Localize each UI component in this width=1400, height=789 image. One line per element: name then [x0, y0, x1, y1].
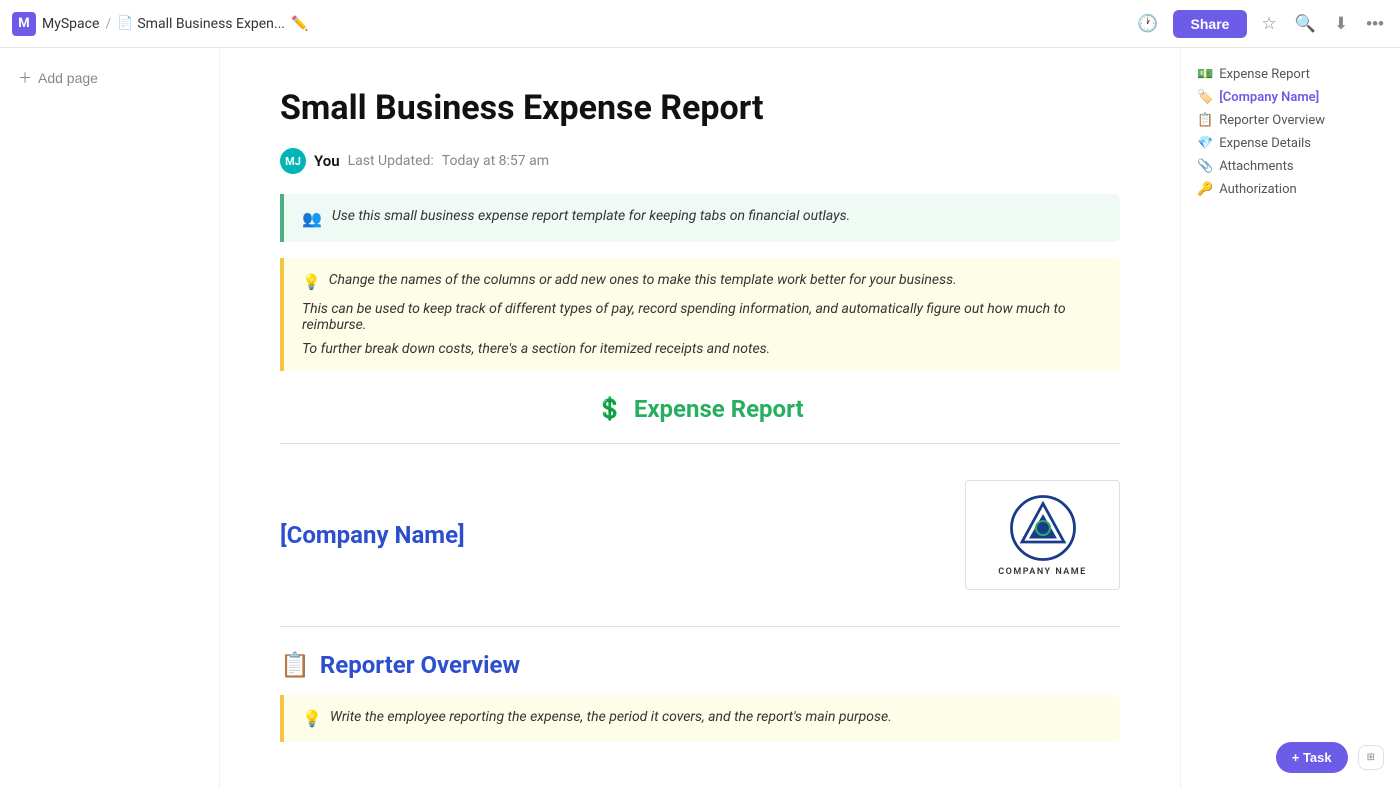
plus-icon: ＋ — [18, 68, 32, 88]
toc-item-3[interactable]: 💎 Expense Details — [1193, 133, 1388, 154]
doc-title[interactable]: Small Business Expen... — [137, 16, 285, 32]
green-callout-text: Use this small business expense report t… — [332, 208, 850, 224]
history-icon[interactable]: 🕐 — [1133, 10, 1162, 38]
yellow-callout-3: To further break down costs, there's a s… — [302, 341, 1102, 357]
yellow-callout-2: This can be used to keep track of differ… — [302, 301, 1102, 333]
toc-label-4: Attachments — [1219, 159, 1293, 174]
share-button[interactable]: Share — [1173, 10, 1248, 38]
main-layout: ＋ Add page Small Business Expense Report… — [0, 48, 1400, 789]
doc-icon: 📄 — [117, 16, 133, 31]
bulb-icon: 💡 — [302, 273, 321, 291]
toc-item-1[interactable]: 🏷️ [Company Name] — [1193, 87, 1388, 108]
right-sidebar: 💵 Expense Report 🏷️ [Company Name] 📋 Reporter… — [1180, 48, 1400, 789]
yellow-callout: 💡 Change the names of the columns or add… — [280, 258, 1120, 371]
company-logo-text: COMPANY NAME — [998, 567, 1086, 577]
left-sidebar: ＋ Add page — [0, 48, 220, 789]
breadcrumb: M MySpace / 📄 Small Business Expen... ✏️ — [12, 12, 1133, 36]
reporter-bulb-icon: 💡 — [302, 709, 322, 728]
toc-item-4[interactable]: 📎 Attachments — [1193, 156, 1388, 177]
divider-2 — [280, 626, 1120, 627]
page-title: Small Business Expense Report — [280, 88, 1120, 128]
toc-label-0: Expense Report — [1219, 67, 1310, 82]
reporter-heading: 📋 Reporter Overview — [280, 651, 1120, 679]
reporter-tip-text: Write the employee reporting the expense… — [330, 709, 892, 725]
divider-1 — [280, 443, 1120, 444]
topnav-right: 🕐 Share ☆ 🔍 ⬇ ••• — [1133, 10, 1388, 38]
expense-report-heading: 💲 Expense Report — [280, 395, 1120, 423]
toc-label-2: Reporter Overview — [1219, 113, 1325, 128]
company-section: [Company Name] COMPANY NAME — [280, 460, 1120, 610]
company-logo-box: COMPANY NAME — [965, 480, 1120, 590]
toc-label-3: Expense Details — [1219, 136, 1311, 151]
workspace-name[interactable]: MySpace — [42, 16, 99, 32]
reporter-heading-text: Reporter Overview — [320, 651, 520, 679]
toc-item-5[interactable]: 🔑 Authorization — [1193, 179, 1388, 200]
toc-label-1: [Company Name] — [1219, 90, 1319, 105]
top-navigation: M MySpace / 📄 Small Business Expen... ✏️… — [0, 0, 1400, 48]
toc-icon-5: 🔑 — [1197, 182, 1213, 197]
breadcrumb-edit-button[interactable]: ✏️ — [291, 15, 308, 32]
workspace-icon[interactable]: M — [12, 12, 36, 36]
company-name-placeholder[interactable]: [Company Name] — [280, 521, 465, 549]
expense-heading-text: Expense Report — [634, 395, 804, 423]
reporter-tip: 💡 Write the employee reporting the expen… — [280, 695, 1120, 742]
last-updated-value: Today at 8:57 am — [442, 153, 549, 169]
add-page-label: Add page — [38, 70, 98, 86]
star-icon[interactable]: ☆ — [1257, 10, 1280, 38]
author-name: You — [314, 152, 340, 170]
breadcrumb-separator: / — [105, 16, 111, 32]
toc-icon-2: 📋 — [1197, 113, 1213, 128]
more-icon[interactable]: ••• — [1362, 10, 1388, 38]
bottom-bar: + Task ⊞ — [1276, 742, 1384, 773]
people-icon: 👥 — [302, 209, 322, 228]
download-icon[interactable]: ⬇ — [1330, 10, 1352, 38]
avatar: MJ — [280, 148, 306, 174]
author-row: MJ You Last Updated: Today at 8:57 am — [280, 148, 1120, 174]
main-content: Small Business Expense Report MJ You Las… — [220, 48, 1180, 789]
toc-icon-1: 🏷️ — [1197, 90, 1213, 105]
toc-icon-4: 📎 — [1197, 159, 1213, 174]
grid-icon: ⊞ — [1367, 752, 1375, 763]
last-updated-label: Last Updated: — [348, 153, 434, 169]
toc-icon-0: 💵 — [1197, 67, 1213, 82]
dollar-icon: 💲 — [596, 397, 623, 422]
tip-row: 💡 Change the names of the columns or add… — [302, 272, 1102, 291]
reporter-icon: 📋 — [280, 651, 310, 679]
grid-view-button[interactable]: ⊞ — [1358, 745, 1384, 770]
toc-icon-3: 💎 — [1197, 136, 1213, 151]
breadcrumb-doc: 📄 Small Business Expen... — [117, 16, 285, 32]
company-logo-svg — [1008, 493, 1078, 563]
toc: 💵 Expense Report 🏷️ [Company Name] 📋 Reporter… — [1193, 64, 1388, 200]
toc-label-5: Authorization — [1219, 182, 1297, 197]
yellow-callout-1: Change the names of the columns or add n… — [329, 272, 957, 288]
toc-item-0[interactable]: 💵 Expense Report — [1193, 64, 1388, 85]
green-callout: 👥 Use this small business expense report… — [280, 194, 1120, 242]
add-page-button[interactable]: ＋ Add page — [12, 64, 104, 92]
toc-item-2[interactable]: 📋 Reporter Overview — [1193, 110, 1388, 131]
search-icon[interactable]: 🔍 — [1291, 10, 1320, 38]
task-button[interactable]: + Task — [1276, 742, 1348, 773]
